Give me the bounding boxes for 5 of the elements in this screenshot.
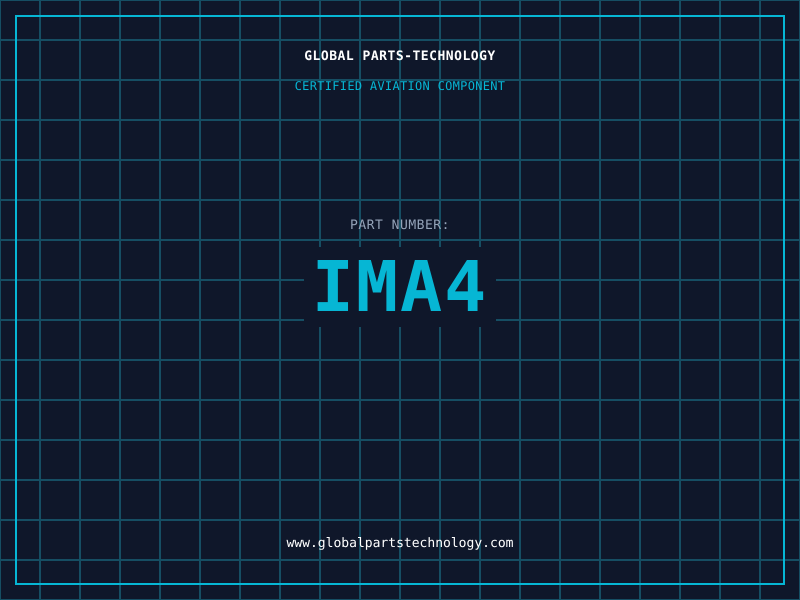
part-number-label: PART NUMBER: <box>350 218 450 233</box>
company-title: GLOBAL PARTS-TECHNOLOGY <box>304 49 496 64</box>
website-url: www.globalpartstechnology.com <box>286 536 514 551</box>
certification-subtitle: CERTIFIED AVIATION COMPONENT <box>294 79 506 93</box>
part-number: IMA4 <box>304 247 496 327</box>
